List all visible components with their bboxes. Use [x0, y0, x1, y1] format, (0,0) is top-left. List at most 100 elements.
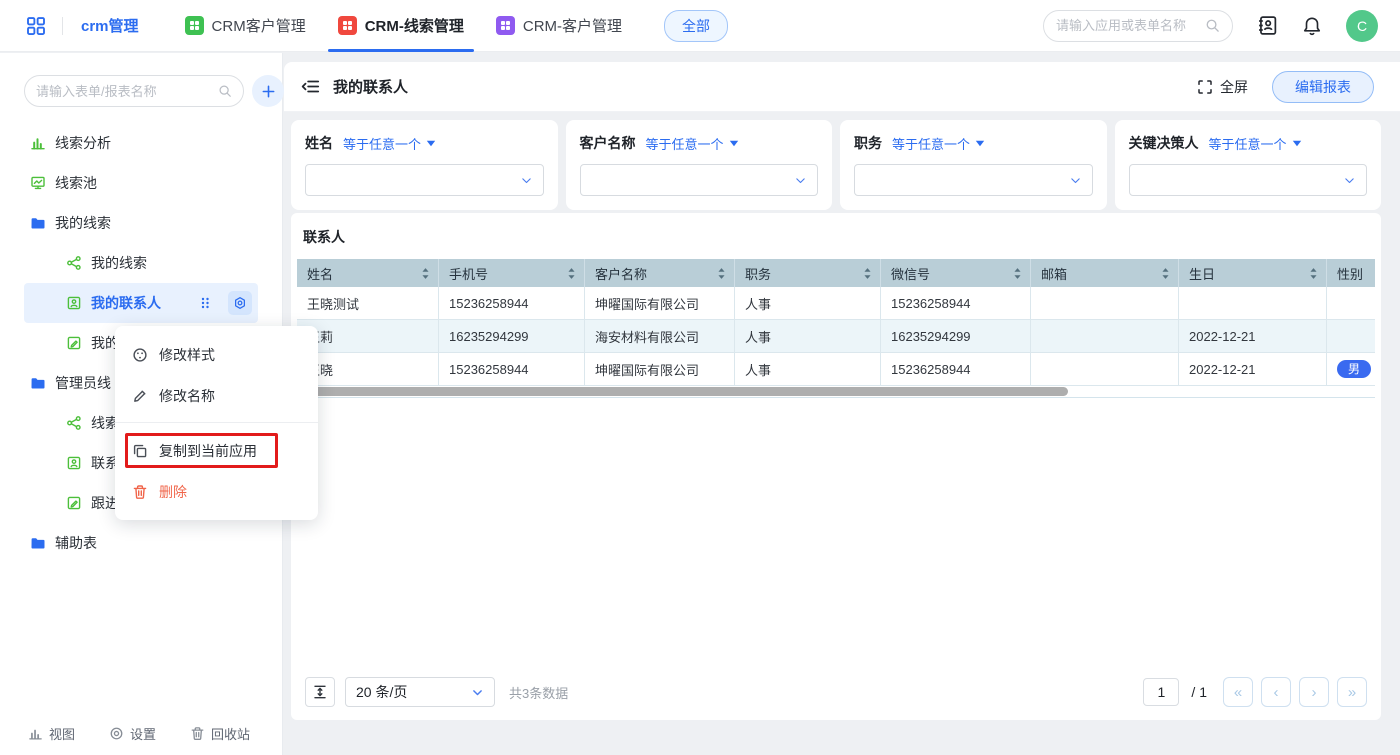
gear-icon[interactable]	[228, 291, 252, 315]
scrollbar-thumb[interactable]	[303, 387, 1068, 396]
column-header[interactable]: 客户名称	[585, 259, 735, 287]
last-page-button[interactable]: »	[1337, 677, 1367, 707]
column-header[interactable]: 生日	[1179, 259, 1327, 287]
app-tab-label: CRM-客户管理	[523, 15, 622, 36]
first-page-button[interactable]: «	[1223, 677, 1253, 707]
footer-label: 视图	[49, 724, 75, 743]
filter-operator[interactable]: 等于任意一个	[343, 134, 436, 153]
drag-handle-icon[interactable]	[199, 295, 211, 311]
filter-operator[interactable]: 等于任意一个	[892, 134, 985, 153]
delete-icon	[132, 484, 148, 500]
app-tab[interactable]: CRM-客户管理	[480, 0, 638, 52]
table-cell: 人事	[735, 320, 881, 353]
chevron-down-icon	[1343, 174, 1356, 187]
sidebar-item-label: 线索分析	[55, 133, 111, 153]
table-row[interactable]: 王晓测试15236258944坤曜国际有限公司人事15236258944	[297, 287, 1375, 320]
sort-icon[interactable]	[1309, 267, 1318, 280]
add-form-button[interactable]	[252, 75, 284, 107]
table-cell: 2022-12-21	[1179, 353, 1327, 386]
filter-operator[interactable]: 等于任意一个	[646, 134, 739, 153]
sidebar-item-label: 线索池	[55, 173, 97, 193]
column-header[interactable]: 职务	[735, 259, 881, 287]
table-cell: 王莉	[297, 320, 439, 353]
column-header[interactable]: 微信号	[881, 259, 1031, 287]
table-cell	[1031, 353, 1179, 386]
folder-icon	[30, 375, 46, 391]
column-header[interactable]: 手机号	[439, 259, 585, 287]
address-book-icon[interactable]	[1257, 15, 1278, 36]
sidebar-item[interactable]: 我的联系人	[24, 283, 258, 323]
sidebar-item[interactable]: 辅助表	[24, 523, 258, 563]
contact-icon	[66, 295, 82, 311]
horizontal-scrollbar[interactable]	[297, 386, 1375, 398]
chevron-down-icon	[794, 174, 807, 187]
sort-icon[interactable]	[1013, 267, 1022, 280]
sidebar-item-label: 我的线索	[91, 253, 147, 273]
prev-page-button[interactable]: ‹	[1261, 677, 1291, 707]
next-page-button[interactable]: ›	[1299, 677, 1329, 707]
total-pages-label: / 1	[1191, 684, 1207, 700]
column-header[interactable]: 姓名	[297, 259, 439, 287]
settings-icon	[109, 726, 124, 741]
operator-label: 等于任意一个	[892, 134, 970, 153]
table-cell: 15236258944	[881, 287, 1031, 320]
form-icon	[66, 495, 82, 511]
column-header[interactable]: 性别	[1327, 259, 1375, 287]
table-cell: 15236258944	[439, 353, 585, 386]
table-body: 王晓测试15236258944坤曜国际有限公司人事15236258944王莉16…	[297, 287, 1375, 386]
app-tab[interactable]: CRM客户管理	[169, 0, 322, 52]
table-row[interactable]: 王莉16235294299海安材料有限公司人事162352942992022-1…	[297, 320, 1375, 353]
all-apps-button[interactable]: 全部	[664, 10, 728, 42]
collapse-sidebar-icon[interactable]	[301, 77, 320, 96]
context-menu: 修改样式修改名称复制到当前应用删除	[115, 326, 318, 520]
sort-icon[interactable]	[1161, 267, 1170, 280]
sidebar-search-input[interactable]	[36, 84, 212, 99]
sort-icon[interactable]	[567, 267, 576, 280]
menu-item[interactable]: 删除	[115, 471, 318, 512]
filter-value-select[interactable]	[305, 164, 544, 196]
sidebar-footer-views[interactable]: 视图	[28, 724, 75, 743]
page-size-select[interactable]: 20 条/页	[345, 677, 495, 707]
filter-operator[interactable]: 等于任意一个	[1209, 134, 1302, 153]
filter-value-select[interactable]	[580, 164, 819, 196]
table-cell: 15236258944	[881, 353, 1031, 386]
app-tab[interactable]: CRM-线索管理	[322, 0, 480, 52]
table-cell	[1031, 320, 1179, 353]
sidebar-footer-recycle[interactable]: 回收站	[190, 724, 250, 743]
menu-divider	[115, 422, 318, 423]
app-menu-label[interactable]: crm管理	[81, 15, 139, 36]
apps-grid-icon[interactable]	[26, 16, 46, 36]
sort-icon[interactable]	[421, 267, 430, 280]
filter-label: 职务	[854, 133, 882, 153]
table-row[interactable]: 王晓15236258944坤曜国际有限公司人事152362589442022-1…	[297, 353, 1375, 386]
sidebar-item[interactable]: 我的线索	[24, 203, 258, 243]
sidebar-search[interactable]	[24, 75, 244, 107]
menu-item[interactable]: 复制到当前应用	[115, 430, 318, 471]
column-header[interactable]: 邮箱	[1031, 259, 1179, 287]
sidebar-footer-settings[interactable]: 设置	[109, 724, 156, 743]
style-icon	[132, 347, 148, 363]
table-cell: 王晓	[297, 353, 439, 386]
page-number-input[interactable]	[1143, 678, 1179, 706]
sidebar-item[interactable]: 我的线索	[24, 243, 258, 283]
menu-item[interactable]: 修改名称	[115, 375, 318, 416]
sort-icon[interactable]	[863, 267, 872, 280]
filter-value-select[interactable]	[1129, 164, 1368, 196]
global-search[interactable]	[1043, 10, 1233, 42]
contacts-card: 联系人 姓名手机号客户名称职务微信号邮箱生日性别 王晓测试15236258944…	[291, 213, 1381, 720]
fullscreen-button[interactable]: 全屏	[1197, 77, 1248, 97]
row-height-button[interactable]	[305, 677, 335, 707]
sort-icon[interactable]	[717, 267, 726, 280]
footer-label: 设置	[130, 724, 156, 743]
sidebar-item[interactable]: 线索池	[24, 163, 258, 203]
contact-icon	[66, 455, 82, 471]
menu-item[interactable]: 修改样式	[115, 334, 318, 375]
user-avatar[interactable]: C	[1346, 10, 1378, 42]
table-cell: 坤曜国际有限公司	[585, 287, 735, 320]
sidebar-item[interactable]: 线索分析	[24, 123, 258, 163]
bell-icon[interactable]	[1302, 16, 1322, 36]
edit-report-button[interactable]: 编辑报表	[1272, 71, 1374, 103]
filter-value-select[interactable]	[854, 164, 1093, 196]
main-area: 我的联系人 全屏 编辑报表 姓名等于任意一个客户名称等于任意一个职务等于任意一个…	[284, 53, 1400, 755]
global-search-input[interactable]	[1056, 18, 1197, 33]
